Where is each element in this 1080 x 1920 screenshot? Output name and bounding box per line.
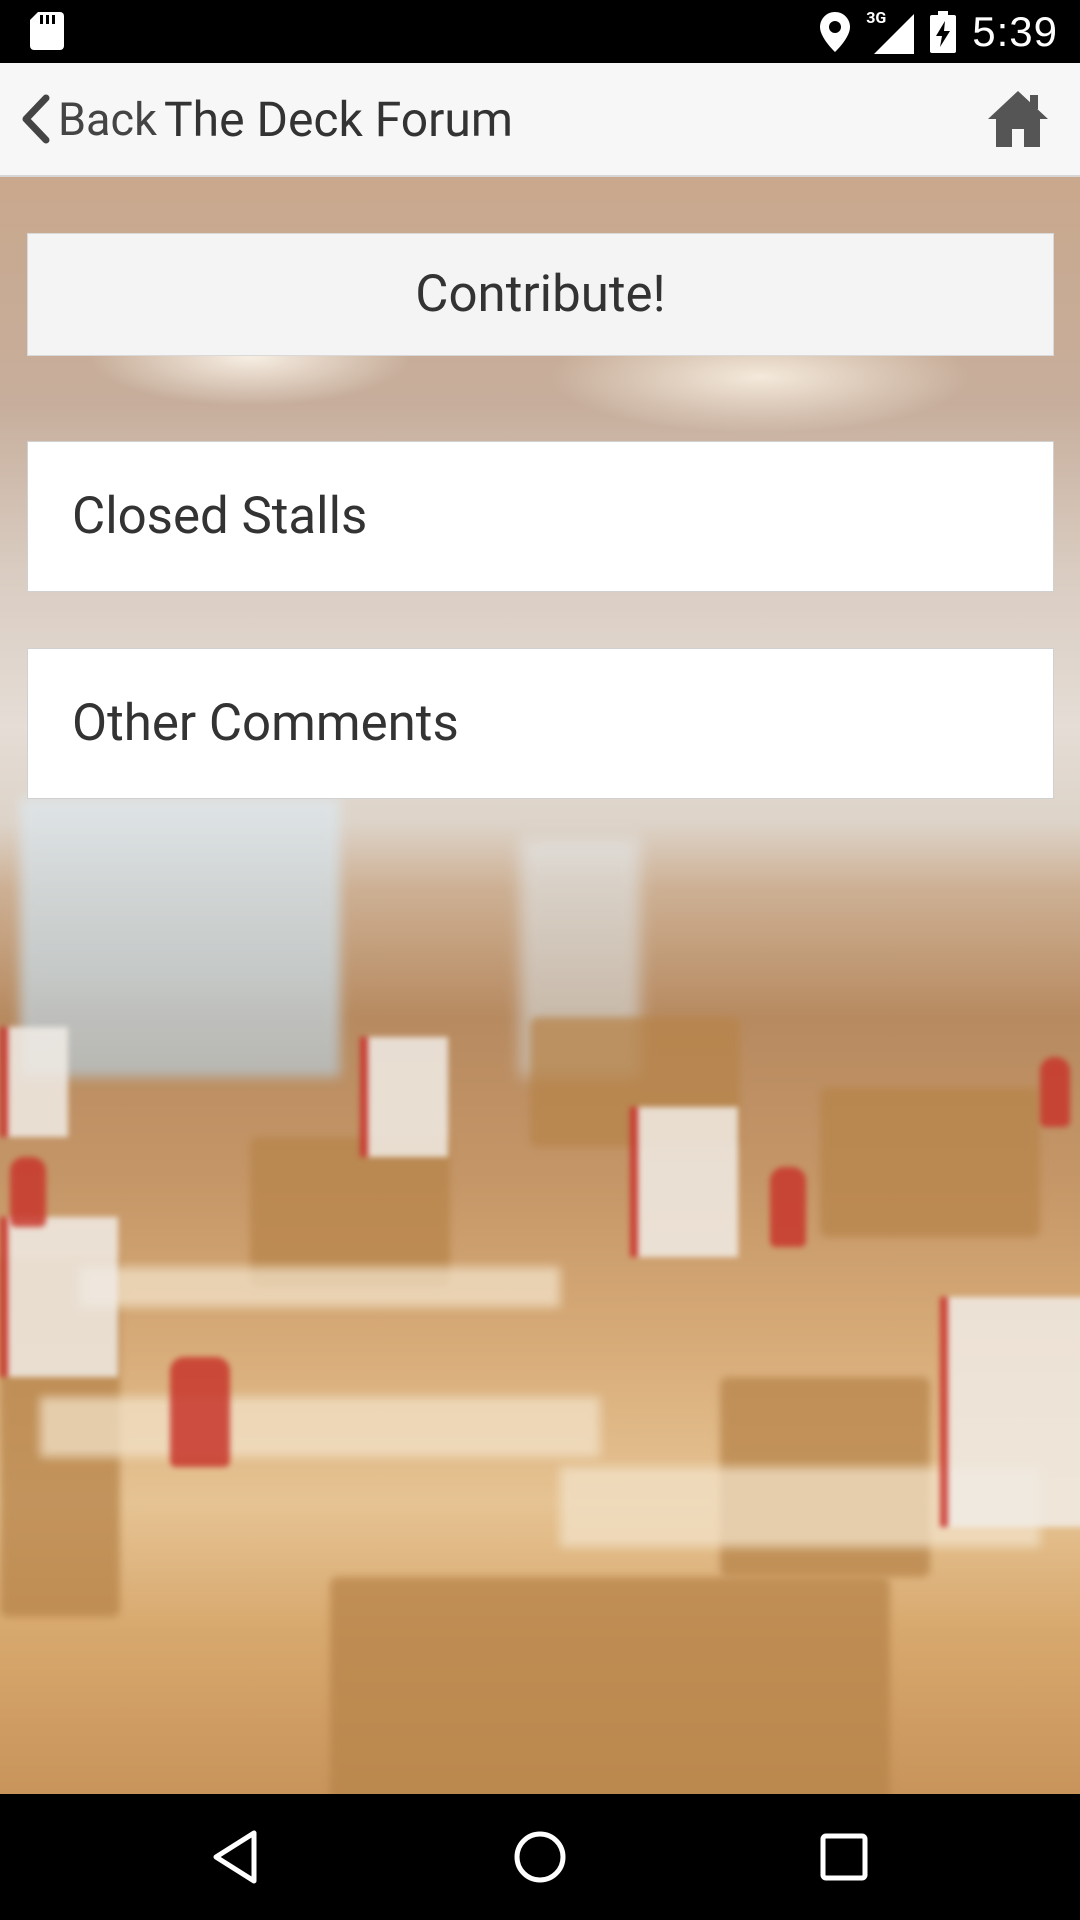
system-nav-bar: [0, 1794, 1080, 1920]
back-button[interactable]: Back: [18, 63, 157, 175]
back-triangle-icon[interactable]: [206, 1827, 266, 1887]
forum-item-label: Other Comments: [72, 694, 459, 753]
recents-square-icon[interactable]: [814, 1827, 874, 1887]
forum-item-label: Closed Stalls: [72, 487, 368, 546]
home-circle-icon[interactable]: [510, 1827, 570, 1887]
status-bar: 3G 5:39: [0, 0, 1080, 63]
content-area: Contribute! Closed Stalls Other Comments: [0, 177, 1080, 1794]
app-bar: Back The Deck Forum: [0, 63, 1080, 177]
chevron-left-icon: [22, 94, 50, 144]
page-title: The Deck Forum: [164, 90, 513, 148]
back-label: Back: [58, 92, 157, 146]
forum-item-other-comments[interactable]: Other Comments: [27, 648, 1054, 799]
forum-item-closed-stalls[interactable]: Closed Stalls: [27, 441, 1054, 592]
location-icon: [820, 11, 851, 52]
clock: 5:39: [972, 7, 1058, 55]
signal-indicator: 3G: [866, 8, 915, 54]
home-icon[interactable]: [986, 87, 1050, 151]
contribute-button[interactable]: Contribute!: [27, 233, 1054, 356]
sd-card-icon: [30, 12, 64, 50]
battery-charging-icon: [930, 10, 957, 53]
signal-icon: [874, 13, 915, 54]
